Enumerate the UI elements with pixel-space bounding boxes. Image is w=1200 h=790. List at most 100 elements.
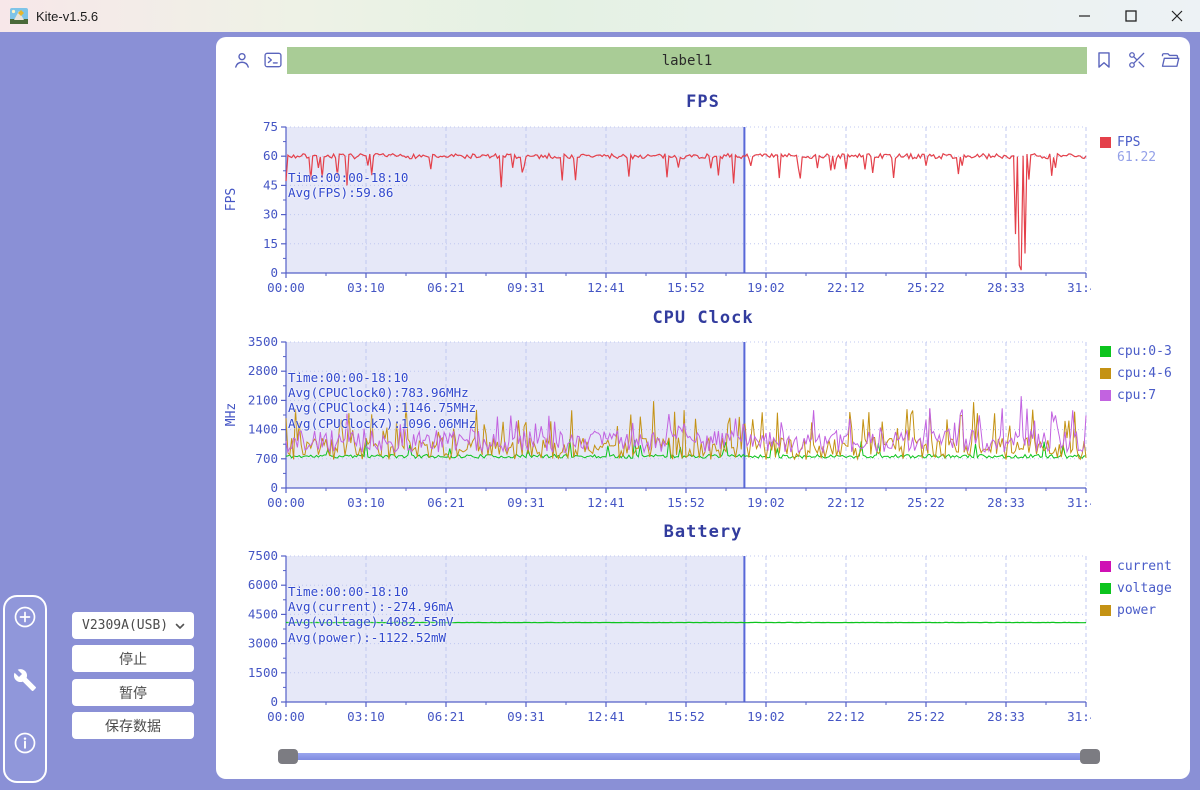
chart-annotation-line: Avg(current):-274.96mA bbox=[288, 599, 454, 614]
y-tick-label: 45 bbox=[263, 177, 278, 192]
y-tick-label: 1500 bbox=[248, 665, 278, 680]
chart-title-fps: FPS bbox=[216, 92, 1190, 112]
save-data-button[interactable]: 保存数据 bbox=[72, 712, 194, 739]
legend-entry-cpu:0-3[interactable]: cpu:0-3 bbox=[1100, 340, 1172, 362]
legend-entry-current[interactable]: current bbox=[1100, 555, 1172, 577]
chart-title-cpu: CPU Clock bbox=[216, 308, 1190, 328]
window-title: Kite-v1.5.6 bbox=[36, 9, 98, 24]
x-tick-label: 00:00 bbox=[267, 709, 305, 724]
x-tick-label: 06:21 bbox=[427, 709, 465, 724]
slider-handle-left[interactable] bbox=[278, 749, 298, 764]
cpu-annotations: Time:00:00-18:10Avg(CPUClock0):783.96MHz… bbox=[288, 370, 476, 431]
add-button[interactable] bbox=[13, 605, 37, 629]
legend-swatch bbox=[1100, 368, 1111, 379]
x-tick-label: 22:12 bbox=[827, 709, 865, 724]
x-tick-label: 28:33 bbox=[987, 495, 1025, 510]
legend-swatch bbox=[1100, 390, 1111, 401]
info-button[interactable] bbox=[13, 731, 37, 755]
label-bar-text: label1 bbox=[662, 53, 713, 69]
chart-annotation-line: Time:00:00-18:10 bbox=[288, 584, 454, 599]
x-tick-label: 03:10 bbox=[347, 280, 385, 295]
chart-annotation-line: Avg(CPUClock7):1096.06MHz bbox=[288, 416, 476, 431]
chart-annotation-line: Avg(FPS):59.86 bbox=[288, 185, 408, 200]
x-tick-label: 03:10 bbox=[347, 495, 385, 510]
titlebar: Kite-v1.5.6 bbox=[0, 0, 1200, 32]
legend-current-value: 61.22 bbox=[1117, 150, 1156, 166]
device-select-value: V2309A(USB) bbox=[82, 618, 168, 633]
legend-label: current bbox=[1117, 559, 1172, 574]
x-tick-label: 19:02 bbox=[747, 280, 785, 295]
battery-annotations: Time:00:00-18:10Avg(current):-274.96mAAv… bbox=[288, 584, 454, 645]
x-tick-label: 19:02 bbox=[747, 495, 785, 510]
y-tick-label: 0 bbox=[270, 480, 278, 495]
legend-label: voltage bbox=[1117, 581, 1172, 596]
legend-entry-voltage[interactable]: voltage bbox=[1100, 577, 1172, 599]
wrench-icon[interactable] bbox=[13, 668, 37, 692]
user-icon[interactable] bbox=[232, 50, 252, 70]
y-tick-label: 4500 bbox=[248, 606, 278, 621]
app-window: Kite-v1.5.6 V2309A(USB) bbox=[0, 0, 1200, 790]
terminal-icon[interactable] bbox=[263, 50, 283, 70]
x-tick-label: 25:22 bbox=[907, 709, 945, 724]
window-controls bbox=[1062, 0, 1200, 32]
folder-open-icon[interactable] bbox=[1160, 50, 1180, 70]
y-tick-label: 6000 bbox=[248, 577, 278, 592]
x-tick-label: 31:43 bbox=[1067, 709, 1091, 724]
stop-button[interactable]: 停止 bbox=[72, 645, 194, 672]
y-tick-label: 30 bbox=[263, 207, 278, 222]
app-logo-icon bbox=[10, 8, 28, 24]
legend-label: FPS bbox=[1117, 135, 1140, 150]
legend-entry-cpu:4-6[interactable]: cpu:4-6 bbox=[1100, 362, 1172, 384]
pause-button[interactable]: 暂停 bbox=[72, 679, 194, 706]
x-tick-label: 15:52 bbox=[667, 709, 705, 724]
chart-annotation-line: Time:00:00-18:10 bbox=[288, 370, 476, 385]
fps-chart[interactable]: 0153045607500:0003:1006:2109:3112:4115:5… bbox=[236, 122, 1091, 302]
x-tick-label: 31:43 bbox=[1067, 280, 1091, 295]
x-tick-label: 25:22 bbox=[907, 280, 945, 295]
y-tick-label: 75 bbox=[263, 122, 278, 134]
legend-label: power bbox=[1117, 603, 1156, 618]
legend-swatch bbox=[1100, 605, 1111, 616]
chart-annotation-line: Avg(CPUClock4):1146.75MHz bbox=[288, 400, 476, 415]
y-tick-label: 0 bbox=[270, 265, 278, 280]
legend-entry-cpu:7[interactable]: cpu:7 bbox=[1100, 384, 1172, 406]
close-button[interactable] bbox=[1154, 0, 1200, 32]
x-tick-label: 12:41 bbox=[587, 709, 625, 724]
legend-entry-power[interactable]: power bbox=[1100, 599, 1172, 621]
bookmark-icon[interactable] bbox=[1094, 50, 1114, 70]
x-tick-label: 09:31 bbox=[507, 709, 545, 724]
y-tick-label: 0 bbox=[270, 694, 278, 709]
y-tick-label: 3500 bbox=[248, 337, 278, 349]
scissors-icon[interactable] bbox=[1127, 50, 1147, 70]
x-tick-label: 22:12 bbox=[827, 495, 865, 510]
legend-label: cpu:0-3 bbox=[1117, 344, 1172, 359]
y-tick-label: 3000 bbox=[248, 636, 278, 651]
device-select[interactable]: V2309A(USB) bbox=[72, 612, 194, 639]
x-tick-label: 28:33 bbox=[987, 709, 1025, 724]
legend-swatch bbox=[1100, 561, 1111, 572]
x-tick-label: 15:52 bbox=[667, 495, 705, 510]
legend-label: cpu:7 bbox=[1117, 388, 1156, 403]
y-tick-label: 2800 bbox=[248, 363, 278, 378]
x-tick-label: 31:43 bbox=[1067, 495, 1091, 510]
chevron-down-icon bbox=[174, 620, 186, 632]
main-panel: label1 FPS FPS 0153045607500:0003:1006:2… bbox=[216, 37, 1190, 779]
x-tick-label: 06:21 bbox=[427, 280, 465, 295]
maximize-button[interactable] bbox=[1108, 0, 1154, 32]
x-tick-label: 12:41 bbox=[587, 280, 625, 295]
x-tick-label: 22:12 bbox=[827, 280, 865, 295]
chart-annotation-line: Avg(CPUClock0):783.96MHz bbox=[288, 385, 476, 400]
x-tick-label: 09:31 bbox=[507, 280, 545, 295]
slider-handle-right[interactable] bbox=[1080, 749, 1100, 764]
x-tick-label: 03:10 bbox=[347, 709, 385, 724]
x-tick-label: 09:31 bbox=[507, 495, 545, 510]
label-bar[interactable]: label1 bbox=[287, 47, 1087, 74]
legend-swatch bbox=[1100, 583, 1111, 594]
time-range-slider[interactable] bbox=[278, 748, 1100, 764]
slider-track[interactable] bbox=[286, 753, 1092, 760]
chart-title-battery: Battery bbox=[216, 522, 1190, 542]
legend-label: cpu:4-6 bbox=[1117, 366, 1172, 381]
minimize-button[interactable] bbox=[1062, 0, 1108, 32]
pause-button-label: 暂停 bbox=[119, 683, 147, 703]
fps-annotations: Time:00:00-18:10Avg(FPS):59.86 bbox=[288, 170, 408, 200]
